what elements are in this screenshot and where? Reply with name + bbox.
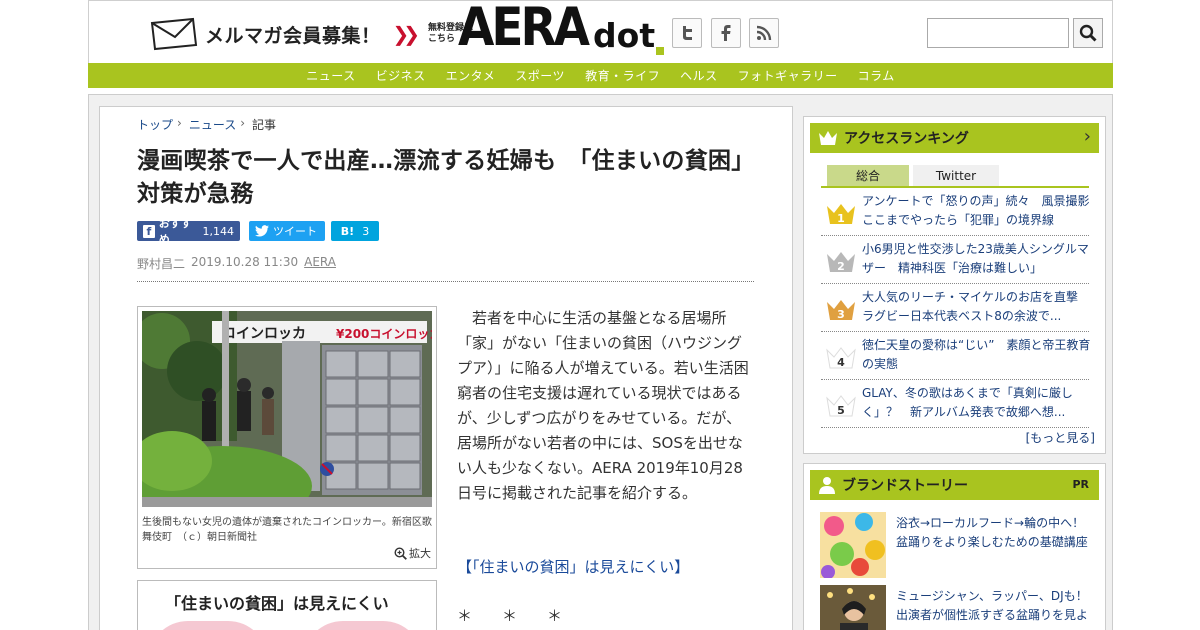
infographic-pink-shape	[148, 621, 268, 630]
plain-crown-icon: 4	[826, 347, 856, 369]
facebook-share-button[interactable]: f おすすめ 1,144	[137, 217, 240, 246]
ranking-item[interactable]: 1 アンケートで「怒りの声」続々 風景撮影ここまでやったら「犯罪」の境界線	[821, 188, 1090, 236]
brand-story-header: ブランドストーリー PR	[810, 470, 1099, 500]
nav-item-column[interactable]: コラム	[858, 67, 895, 84]
envelope-icon	[150, 17, 198, 51]
svg-text:5: 5	[837, 404, 845, 417]
article-title: 漫画喫茶で一人で出産…漂流する妊婦も 「住まいの貧困」対策が急務	[137, 148, 755, 207]
tab-twitter[interactable]: Twitter	[913, 165, 999, 186]
section-separator: ＊＊＊	[457, 607, 593, 625]
article-subhead: 【「住まいの貧困」は見えにくい】	[457, 558, 690, 576]
newsletter-promo[interactable]: メルマガ会員募集！ ❯❯ 無料登録は こちら	[149, 17, 473, 51]
chevron-right-icon: ›	[1083, 126, 1091, 147]
ranking-panel: アクセスランキング › 総合 Twitter 1 アンケートで「怒りの声」続々 …	[803, 116, 1106, 454]
svg-text:2: 2	[837, 260, 845, 273]
breadcrumb-current: 記事	[252, 118, 277, 132]
newsletter-title: メルマガ会員募集！	[205, 24, 381, 47]
divider	[137, 281, 754, 282]
article: トップ › ニュース › 記事 漫画喫茶で一人で出産…漂流する妊婦も 「住まいの…	[99, 106, 793, 630]
chevron-right-icon: ›	[240, 116, 246, 130]
ranking-tabs: 総合 Twitter	[827, 165, 999, 186]
chevron-right-icon: ›	[177, 116, 182, 130]
more-link[interactable]: [もっと見る]	[1026, 429, 1095, 446]
enlarge-button[interactable]: 拡大	[394, 545, 431, 561]
hatena-icon: B!	[340, 224, 355, 238]
breadcrumb-news[interactable]: ニュース	[189, 116, 236, 133]
photo-locker-sign: ¥200コインロッカー	[336, 327, 432, 341]
nav-item-business[interactable]: ビジネス	[376, 67, 426, 84]
breadcrumb-home[interactable]: トップ	[137, 116, 173, 133]
crown-icon	[819, 131, 837, 145]
gold-crown-icon: 1	[827, 204, 855, 225]
article-photo[interactable]: コインロッカ ¥200コインロッカー	[142, 311, 432, 507]
tweet-button[interactable]: ツイート	[249, 221, 325, 241]
nav-item-health[interactable]: ヘルス	[680, 67, 718, 84]
ranking-item[interactable]: 3 大人気のリーチ・マイケルのお店を直撃 ラグビー日本代表ベスト8の余波で...	[821, 284, 1090, 332]
search-icon	[1079, 24, 1097, 42]
search-input[interactable]	[927, 18, 1069, 48]
byline: 野村昌二 2019.10.28 11:30 AERA	[137, 255, 336, 272]
publish-date: 2019.10.28 11:30	[191, 255, 299, 269]
photo-box: コインロッカ ¥200コインロッカー	[137, 306, 437, 569]
nav-item-education[interactable]: 教育・ライフ	[585, 67, 660, 84]
svg-text:3: 3	[837, 308, 845, 321]
hatena-bookmark-button[interactable]: B! 3	[331, 221, 379, 241]
facebook-icon: f	[143, 224, 155, 238]
site-logo[interactable]: AERA dot	[458, 1, 665, 55]
ranking-header[interactable]: アクセスランキング ›	[810, 123, 1099, 153]
logo-dot-mark	[656, 47, 665, 55]
zoom-in-icon	[394, 546, 407, 560]
silver-crown-icon: 2	[827, 252, 855, 273]
ranking-item[interactable]: 2 小6男児と性交渉した23歳美人シングルマザー 精神科医「治療は難しい」	[821, 236, 1089, 284]
search-button[interactable]	[1073, 18, 1103, 48]
infographic-title: 「住まいの貧困」は見えにくい	[165, 594, 389, 613]
photo-caption: 生後間もない女児の遺体が遺棄されたコインロッカー。新宿区歌舞伎町 （ｃ）朝日新聞…	[142, 517, 432, 543]
facebook-icon[interactable]	[711, 18, 741, 48]
nav-item-news[interactable]: ニュース	[306, 67, 355, 84]
pr-badge: PR	[1072, 478, 1089, 491]
page: メルマガ会員募集！ ❯❯ 無料登録は こちら AERA dot ニュース ビジネス…	[0, 0, 1200, 630]
svg-text:1: 1	[837, 212, 845, 225]
brand-story-item[interactable]: 浴衣→ローカルフード→輪の中へ！盆踊りをより楽しむための基礎講座	[820, 512, 1095, 580]
chevron-right-icon: ❯❯	[392, 22, 420, 46]
content-container: トップ › ニュース › 記事 漫画喫茶で一人で出産…漂流する妊婦も 「住まいの…	[88, 94, 1113, 630]
main-nav: ニュース ビジネス エンタメ スポーツ 教育・ライフ ヘルス フォトギャラリー …	[88, 63, 1113, 88]
svg-text:コインロッカ: コインロッカ	[222, 326, 306, 342]
infographic-pink-shape	[303, 621, 423, 630]
svg-text:4: 4	[837, 356, 845, 369]
nav-item-sports[interactable]: スポーツ	[515, 67, 565, 84]
infographic-box[interactable]: 「住まいの貧困」は見えにくい	[137, 580, 437, 630]
brand-story-item[interactable]: ミュージシャン、ラッパー、DJも！出演者が個性派すぎる盆踊りを見よ	[820, 585, 1095, 630]
rss-icon[interactable]	[749, 18, 779, 48]
twitter-icon[interactable]	[672, 18, 702, 48]
brand-story-panel: ブランドストーリー PR 浴衣→ローカルフード→輪の中へ！盆踊りをより楽しむため…	[803, 463, 1106, 630]
tab-overall[interactable]: 総合	[827, 165, 909, 186]
story-thumbnail	[820, 585, 886, 630]
nav-item-photo-gallery[interactable]: フォトギャラリー	[738, 67, 838, 84]
nav-item-entame[interactable]: エンタメ	[446, 67, 496, 84]
breadcrumb: トップ › ニュース › 記事	[137, 116, 276, 133]
site-header: メルマガ会員募集！ ❯❯ 無料登録は こちら AERA dot	[88, 0, 1113, 63]
person-icon	[819, 477, 835, 494]
ranking-item[interactable]: 4 徳仁天皇の愛称は“じい” 素顔と帝王教育の実態	[821, 332, 1090, 380]
twitter-bird-icon	[255, 225, 269, 237]
ranking-item[interactable]: 5 GLAY、冬の歌はあくまで「真剣に厳しく」？ 新アルバム発表で故郷へ想...	[821, 380, 1089, 428]
plain-crown-icon: 5	[826, 395, 856, 417]
story-thumbnail	[820, 512, 886, 578]
article-body: 若者を中心に生活の基盤となる居場所「家」がない「住まいの貧困（ハウジングプア）」…	[457, 309, 749, 502]
source-link[interactable]: AERA	[304, 255, 336, 272]
author: 野村昌二	[137, 257, 186, 271]
bronze-crown-icon: 3	[827, 300, 855, 321]
